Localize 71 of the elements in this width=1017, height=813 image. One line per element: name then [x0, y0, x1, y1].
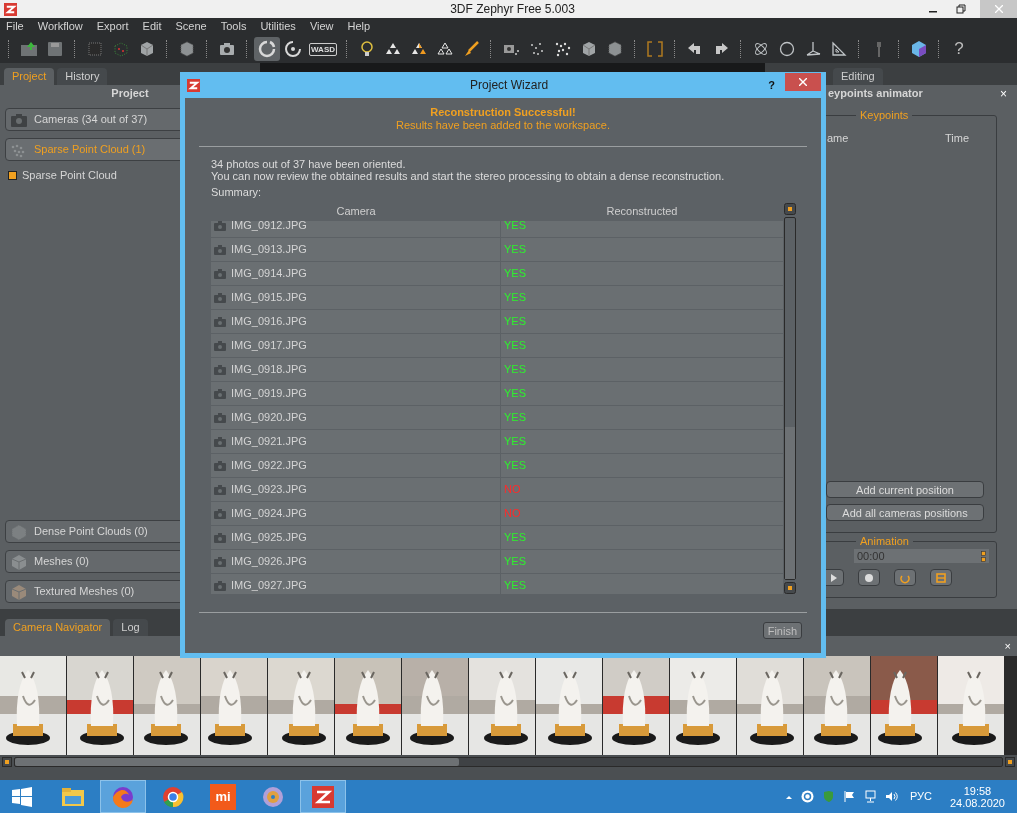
file-name: IMG_0924.JPG — [231, 506, 307, 522]
success-heading: Reconstruction Successful! — [429, 106, 577, 119]
taskbar-button[interactable]: mi — [200, 780, 246, 813]
close-button[interactable]: × — [1000, 84, 1007, 103]
help-button[interactable]: ? — [768, 76, 775, 94]
wasd-button[interactable]: WASD — [306, 37, 340, 61]
file-name: IMG_0914.JPG — [231, 266, 307, 282]
group-title: Animation — [856, 534, 913, 548]
file-name: IMG_0918.JPG — [231, 362, 307, 378]
column-header: ame — [827, 131, 850, 146]
table-cell-text: YES — [503, 434, 527, 450]
file-name: IMG_0913.JPG — [231, 242, 307, 258]
table-cell-text: YES — [503, 338, 527, 354]
table-cell-text: YES — [503, 266, 527, 282]
table-cell-text: YES — [503, 242, 527, 258]
wasd-key-label: WASD — [309, 42, 337, 56]
menu-item[interactable]: View — [309, 18, 334, 35]
file-name: IMG_0915.JPG — [231, 290, 307, 306]
menu-item[interactable]: Help — [347, 18, 371, 35]
keypoint-button[interactable]: Add all cameras positions — [826, 504, 984, 521]
tree-item[interactable]: Sparse Point Cloud — [22, 167, 117, 184]
tab[interactable]: Log — [113, 619, 148, 636]
file-name: IMG_0923.JPG — [231, 482, 307, 498]
table-cell-text: YES — [503, 221, 527, 234]
column-header: Camera — [335, 203, 377, 219]
help-button[interactable]: ? — [946, 37, 972, 61]
info-text: You can now review the obtained results and start the stereo processing to obtain a dense reconstruction. — [211, 170, 726, 182]
menu-item[interactable]: Export — [96, 18, 129, 35]
success-message: Results have been added to the workspace. — [395, 119, 611, 132]
tab[interactable]: Camera Navigator — [5, 619, 111, 636]
menu-item[interactable]: Tools — [220, 18, 247, 35]
menu-item[interactable]: Workflow — [37, 18, 83, 35]
file-name: IMG_0916.JPG — [231, 314, 307, 330]
close-button[interactable]: × — [1004, 637, 1011, 655]
tab[interactable]: Editing — [833, 68, 883, 85]
table-cell-text: YES — [503, 386, 527, 402]
file-name: IMG_0912.JPG — [231, 221, 307, 234]
tab[interactable]: History — [57, 68, 108, 85]
file-name: IMG_0920.JPG — [231, 410, 307, 426]
dialog-title: Project Wizard — [470, 77, 549, 94]
table-cell-text: YES — [503, 458, 527, 474]
clock[interactable]: 19:58 24.08.2020 — [949, 784, 1005, 809]
panel-title: eypoints animator — [828, 86, 923, 102]
table-cell-text: YES — [503, 290, 527, 306]
file-name: IMG_0922.JPG — [231, 458, 307, 474]
menu-item[interactable]: File — [6, 18, 24, 35]
table-cell-text: NO — [503, 482, 522, 498]
keypoint-button[interactable]: Add current position — [826, 481, 984, 498]
file-name: IMG_0919.JPG — [231, 386, 307, 402]
table-cell-text: YES — [503, 578, 527, 594]
table-cell-text: YES — [503, 362, 527, 378]
file-name: IMG_0921.JPG — [231, 434, 307, 450]
table-cell-text: YES — [503, 410, 527, 426]
info-text: 34 photos out of 37 have been oriented. — [211, 158, 407, 170]
table-cell-text: YES — [503, 554, 527, 570]
table-cell-text: NO — [503, 506, 522, 522]
window-title: 3DF Zephyr Free 5.003 — [449, 1, 576, 18]
info-text: Summary: — [211, 186, 263, 198]
mi-logo-icon[interactable]: mi — [210, 783, 236, 810]
panel-title: Project — [110, 86, 150, 101]
menu-item[interactable]: Edit — [142, 18, 162, 35]
group-title: Keypoints — [856, 108, 913, 122]
menu-item[interactable]: Scene — [175, 18, 207, 35]
language-indicator[interactable]: РУС — [909, 788, 932, 805]
table-cell-text: YES — [503, 314, 527, 330]
column-header: Time — [945, 131, 970, 146]
menu-item[interactable]: Utilities — [260, 18, 296, 35]
column-header: Reconstructed — [605, 203, 679, 219]
file-name: IMG_0917.JPG — [231, 338, 307, 354]
tab[interactable]: Project — [4, 68, 55, 85]
table-cell-text: YES — [503, 530, 527, 546]
